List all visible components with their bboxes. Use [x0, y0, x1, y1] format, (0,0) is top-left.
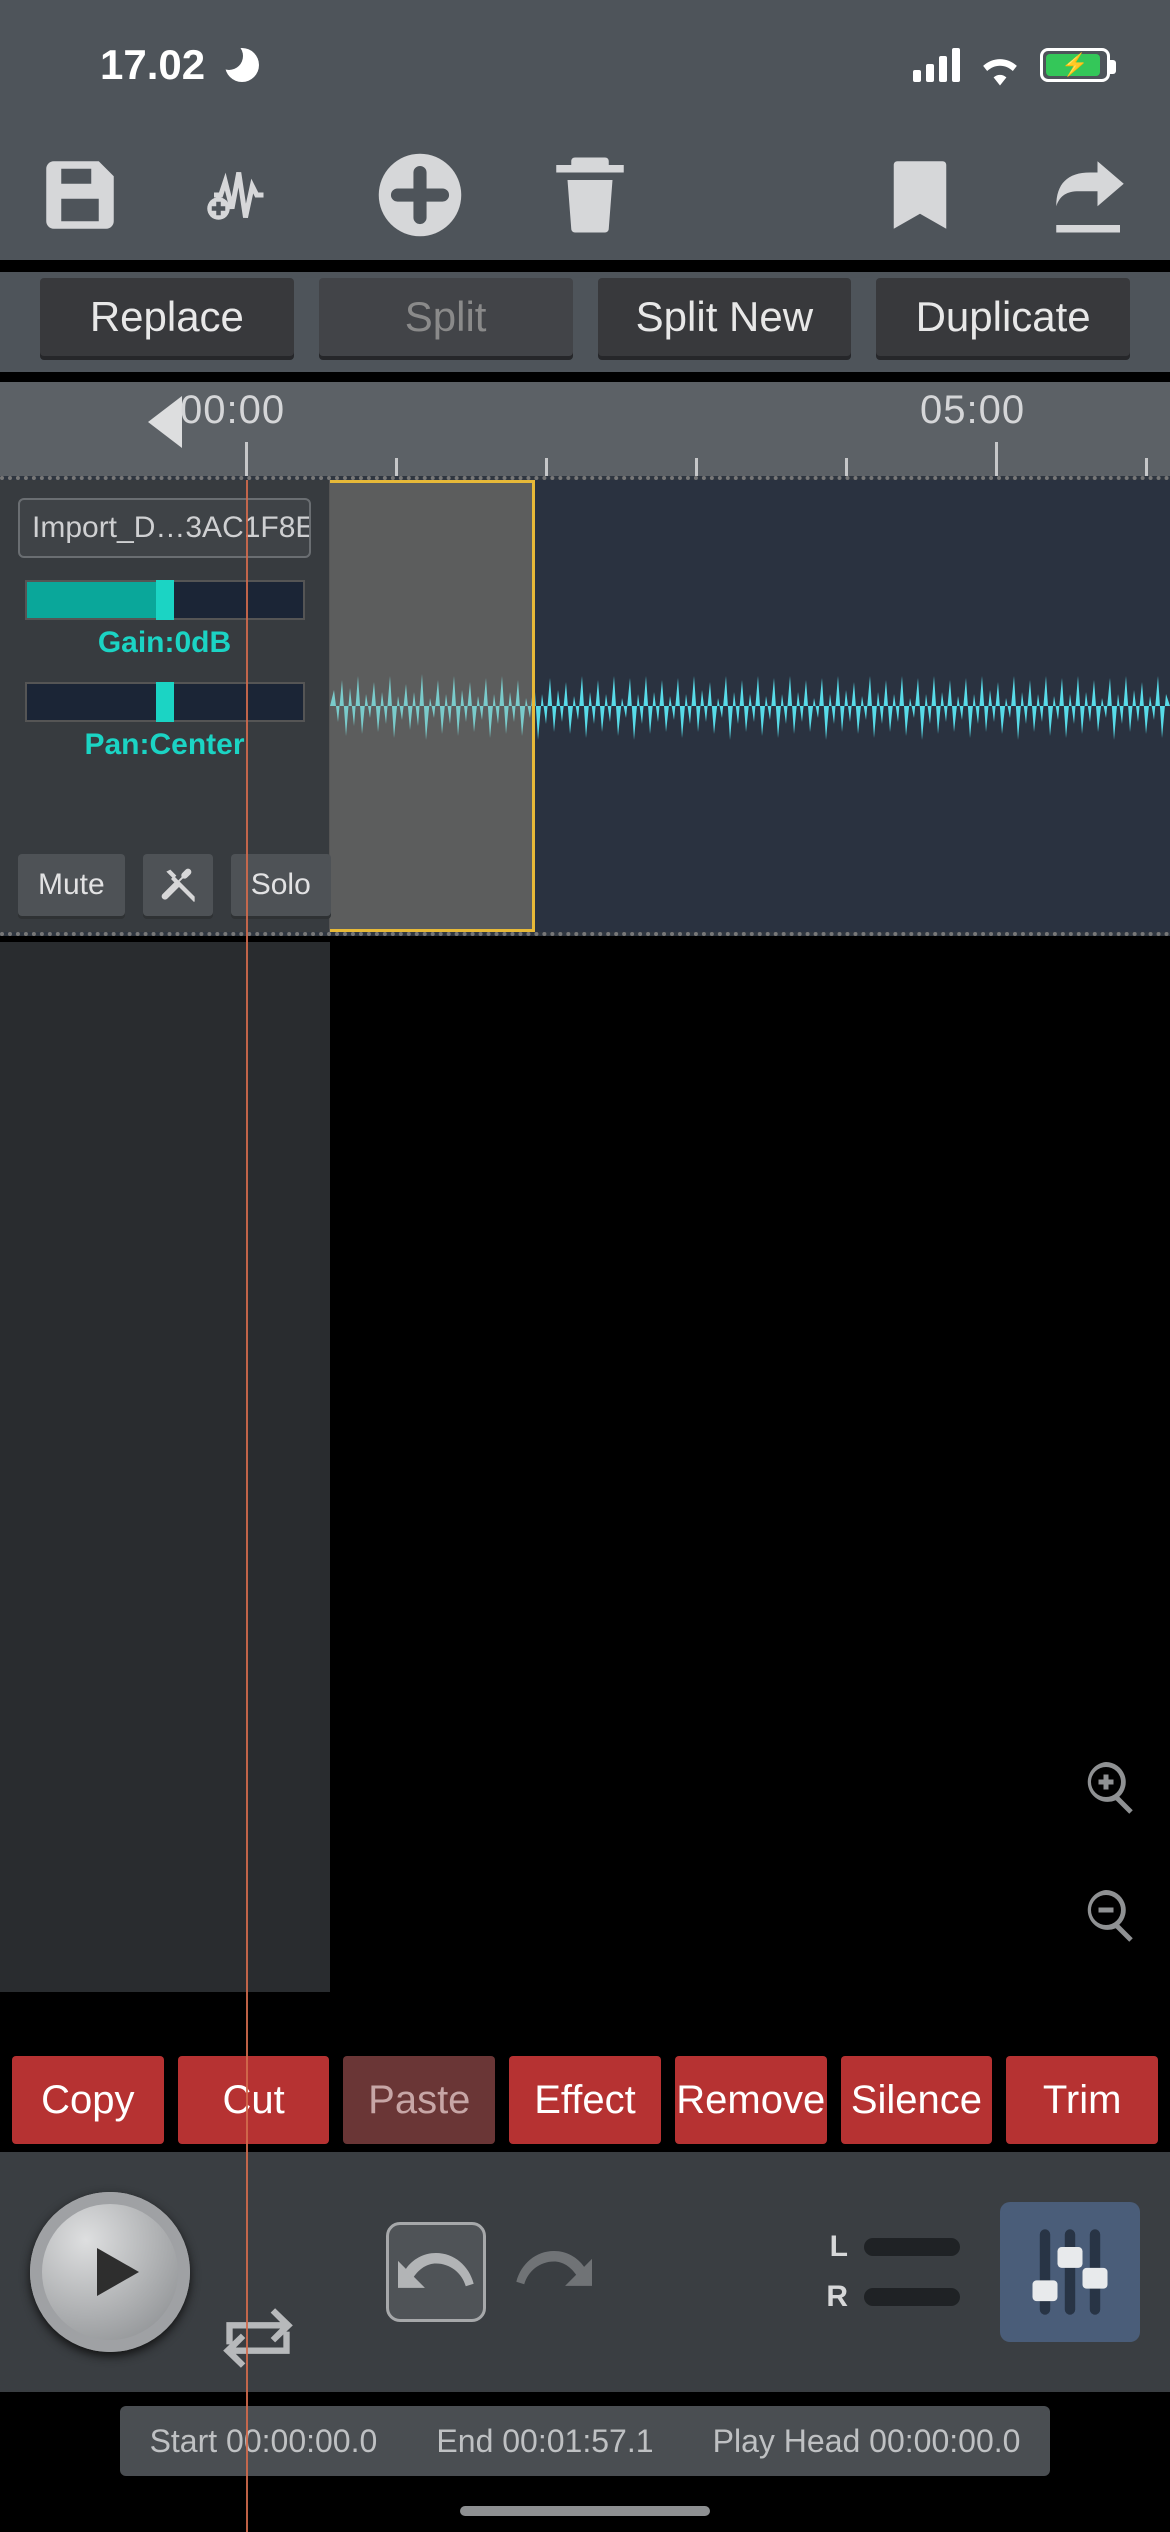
mute-button[interactable]: Mute	[18, 854, 125, 916]
paste-button[interactable]: Paste	[343, 2056, 495, 2144]
transport-bar: L R	[0, 2152, 1170, 2392]
status-playhead: Play Head 00:00:00.0	[713, 2423, 1021, 2460]
track-tools-button[interactable]	[143, 854, 213, 916]
level-meters: L R	[826, 2230, 960, 2314]
gain-slider[interactable]	[25, 580, 305, 620]
cut-button[interactable]: Cut	[178, 2056, 330, 2144]
status-footer: Start 00:00:00.0 End 00:01:57.1 Play Hea…	[120, 2406, 1050, 2476]
action-row: Replace Split Split New Duplicate	[0, 272, 1170, 372]
status-end: End 00:01:57.1	[436, 2423, 653, 2460]
track-name[interactable]: Import_D…3AC1F8E1	[18, 498, 311, 558]
effect-button[interactable]: Effect	[509, 2056, 661, 2144]
remove-button[interactable]: Remove	[675, 2056, 827, 2144]
duplicate-button[interactable]: Duplicate	[876, 278, 1130, 356]
trash-icon[interactable]	[540, 145, 640, 245]
mixer-button[interactable]	[1000, 2202, 1140, 2342]
audio-track[interactable]: Import_D…3AC1F8E1 Gain:0dB Pan:Center Mu…	[0, 476, 1170, 936]
redo-button[interactable]	[516, 2240, 592, 2305]
zoom-in-button[interactable]	[1076, 1752, 1146, 1822]
ruler-back-arrow-icon[interactable]	[148, 396, 182, 448]
top-toolbar	[0, 130, 1170, 260]
pan-label: Pan:Center	[84, 728, 244, 762]
playhead-line[interactable]	[246, 480, 248, 2532]
save-icon[interactable]	[30, 145, 130, 245]
battery-icon: ⚡	[1040, 48, 1110, 82]
meter-left	[864, 2238, 960, 2256]
pan-slider[interactable]	[25, 682, 305, 722]
share-icon[interactable]	[1040, 145, 1140, 245]
ruler-label-0: 00:00	[180, 388, 285, 433]
split-button[interactable]: Split	[319, 278, 573, 356]
replace-button[interactable]: Replace	[40, 278, 294, 356]
wifi-icon	[978, 48, 1022, 82]
clock: 17.02	[100, 41, 205, 89]
copy-button[interactable]: Copy	[12, 2056, 164, 2144]
ruler-label-5: 05:00	[920, 388, 1025, 433]
workspace: Import_D…3AC1F8E1 Gain:0dB Pan:Center Mu…	[0, 476, 1170, 1992]
status-start: Start 00:00:00.0	[150, 2423, 378, 2460]
split-new-button[interactable]: Split New	[598, 278, 852, 356]
add-icon[interactable]	[370, 145, 470, 245]
time-ruler[interactable]: 00:00 05:00	[0, 382, 1170, 476]
silence-button[interactable]: Silence	[841, 2056, 993, 2144]
gain-label: Gain:0dB	[98, 626, 231, 660]
loop-icon[interactable]	[220, 2308, 296, 2368]
empty-area[interactable]	[0, 942, 1170, 1992]
add-audio-icon[interactable]	[200, 145, 300, 245]
edit-bar: Copy Cut Paste Effect Remove Silence Tri…	[0, 2048, 1170, 2152]
selection-region[interactable]	[330, 480, 535, 932]
clip-area[interactable]	[330, 480, 1170, 932]
meter-left-label: L	[830, 2230, 848, 2264]
do-not-disturb-icon	[225, 48, 259, 82]
cellular-icon	[913, 48, 960, 82]
status-bar: 17.02 ⚡	[0, 0, 1170, 130]
bookmark-icon[interactable]	[870, 145, 970, 245]
panel-overlay	[0, 942, 330, 1992]
play-button[interactable]	[30, 2192, 190, 2352]
zoom-out-button[interactable]	[1076, 1880, 1146, 1950]
meter-right	[864, 2288, 960, 2306]
track-panel: Import_D…3AC1F8E1 Gain:0dB Pan:Center Mu…	[0, 480, 330, 932]
trim-button[interactable]: Trim	[1006, 2056, 1158, 2144]
home-indicator	[460, 2506, 710, 2516]
undo-button[interactable]	[386, 2222, 486, 2322]
meter-right-label: R	[826, 2280, 848, 2314]
